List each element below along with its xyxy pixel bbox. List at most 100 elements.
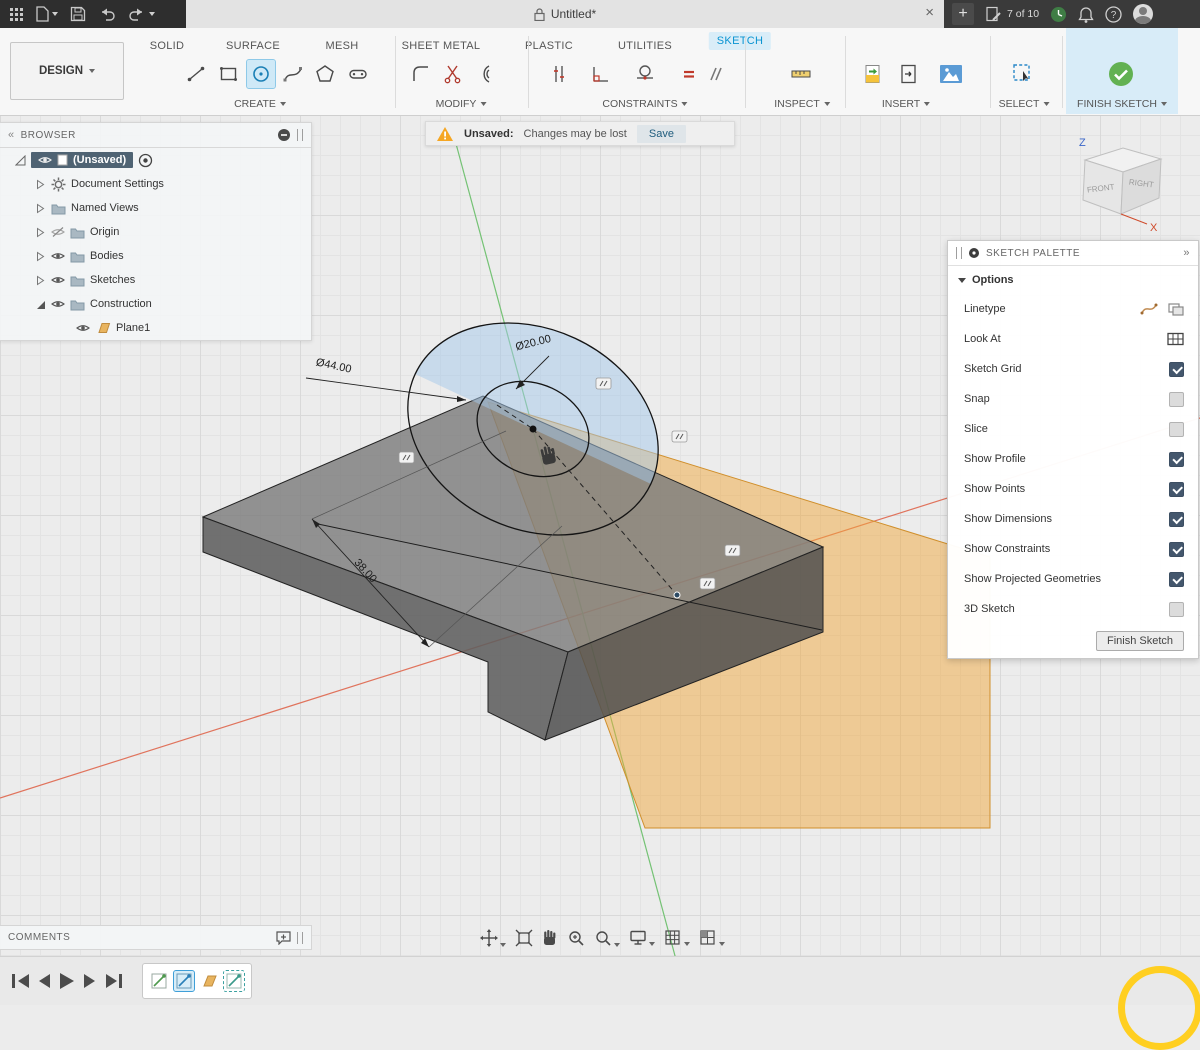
inspect-group-label[interactable]: INSPECT [774,98,830,110]
show-constraints-checkbox[interactable] [1169,542,1184,557]
linetype-spline-icon[interactable] [1140,302,1158,316]
options-section-header[interactable]: Options [948,266,1198,294]
workspace-selector[interactable]: DESIGN [10,42,124,100]
select-tool[interactable] [1009,60,1037,88]
timeline-sketch-feature-icon-selected[interactable] [174,971,194,991]
expander-expanded-icon[interactable] [14,155,26,166]
linetype-construction-icon[interactable] [1168,302,1184,316]
trim-tool[interactable] [439,60,467,88]
timeline-sketch-feature-icon-pending[interactable] [224,971,244,991]
add-comment-icon[interactable] [276,931,291,945]
grid-snap-icon[interactable] [662,927,692,948]
display-settings-icon[interactable] [627,927,657,948]
job-status-icon[interactable] [985,6,1002,23]
expander-expanded-icon[interactable] [34,299,46,310]
3d-sketch-checkbox[interactable] [1169,602,1184,617]
finish-sketch-button[interactable]: Finish Sketch [1096,631,1184,651]
expander-collapsed-icon[interactable] [34,275,46,286]
finish-sketch-group-label[interactable]: FINISH SKETCH [1077,98,1167,110]
ribbon-tab-utilities[interactable]: UTILITIES [610,37,680,55]
show-dimensions-checkbox[interactable] [1169,512,1184,527]
panel-grip[interactable] [297,932,303,944]
select-group-label[interactable]: SELECT [999,98,1050,110]
save-icon[interactable] [70,6,86,22]
browser-options-icon[interactable] [277,128,291,142]
help-icon[interactable]: ? [1105,6,1122,23]
insert-group-label[interactable]: INSERT [882,98,930,110]
projected-point[interactable] [674,592,680,598]
equal-constraint-tool[interactable] [675,60,703,88]
timeline-plane-feature-icon[interactable] [199,971,219,991]
rectangle-tool[interactable] [215,60,243,88]
expand-panel-icon[interactable]: » [1183,247,1190,259]
browser-row-origin[interactable]: Origin [0,220,311,244]
browser-row-construction[interactable]: Construction [0,292,311,316]
expander-collapsed-icon[interactable] [34,203,46,214]
app-grid-icon[interactable] [10,8,23,21]
notifications-bell-icon[interactable] [1078,6,1094,23]
browser-root-selection[interactable]: (Unsaved) [31,152,133,168]
insert-canvas-tool[interactable] [937,60,965,88]
ribbon-tab-surface[interactable]: SURFACE [218,37,288,55]
pan-icon[interactable] [478,927,508,949]
constraints-group-label[interactable]: CONSTRAINTS [602,98,687,110]
expander-collapsed-icon[interactable] [34,251,46,262]
activate-radio-icon[interactable] [138,153,153,168]
finish-sketch-icon[interactable] [1107,60,1135,88]
circle-tool[interactable] [247,60,275,88]
show-profile-checkbox[interactable] [1169,452,1184,467]
user-avatar[interactable] [1133,4,1153,24]
measure-tool[interactable] [787,60,815,88]
ribbon-tab-plastic[interactable]: PLASTIC [517,37,581,55]
ribbon-tab-solid[interactable]: SOLID [142,37,193,55]
eye-hidden-icon[interactable] [51,227,65,238]
slot-tool[interactable] [344,60,372,88]
pan-hand-icon[interactable] [540,927,560,949]
viewports-icon[interactable] [697,927,727,948]
browser-row-bodies[interactable]: Bodies [0,244,311,268]
eye-icon[interactable] [76,323,90,333]
eye-icon[interactable] [51,299,65,309]
fit-view-icon[interactable] [513,927,535,949]
collapse-panel-icon[interactable]: « [8,129,15,141]
tangent-constraint-tool[interactable] [631,60,659,88]
browser-row-sketches[interactable]: Sketches [0,268,311,292]
sketch-palette-header[interactable]: SKETCH PALETTE » [948,241,1198,266]
sketch-origin-point[interactable] [530,426,537,433]
eye-icon[interactable] [51,275,65,285]
sketch-grid-checkbox[interactable] [1169,362,1184,377]
expander-collapsed-icon[interactable] [34,227,46,238]
ribbon-tab-sheetmetal[interactable]: SHEET METAL [394,37,489,55]
polygon-tool[interactable] [311,60,339,88]
show-points-checkbox[interactable] [1169,482,1184,497]
clock-icon[interactable] [1050,6,1067,23]
browser-row-document-settings[interactable]: Document Settings [0,172,311,196]
vertical-constraint-tool[interactable] [545,60,573,88]
panel-grip[interactable] [297,129,303,141]
undo-icon[interactable] [98,7,116,21]
insert-mesh-tool[interactable] [895,60,923,88]
line-tool[interactable] [183,60,211,88]
eye-icon[interactable] [51,251,65,261]
insert-svg-tool[interactable] [859,60,887,88]
spline-tool[interactable] [279,60,307,88]
timeline-sketch-feature-icon[interactable] [149,971,169,991]
ribbon-tab-sketch[interactable]: SKETCH [709,32,771,50]
browser-header[interactable]: « BROWSER [0,123,311,148]
fillet-tool[interactable] [407,60,435,88]
zoom-in-icon[interactable] [565,927,587,949]
create-group-label[interactable]: CREATE [234,98,286,110]
modify-group-label[interactable]: MODIFY [436,98,487,110]
look-at-icon[interactable] [1167,332,1184,346]
slice-checkbox[interactable] [1169,422,1184,437]
file-menu-icon[interactable] [35,6,58,22]
document-tab[interactable]: Untitled* × [186,0,945,28]
viewcube[interactable]: Z FRONT RIGHT X [1055,128,1200,240]
comments-panel[interactable]: COMMENTS [0,925,312,950]
ribbon-tab-mesh[interactable]: MESH [318,37,367,55]
browser-row-plane1[interactable]: Plane1 [0,316,311,340]
save-button[interactable]: Save [637,125,686,143]
tab-close-icon[interactable]: × [925,5,934,21]
parallel-constraint-tool[interactable] [701,60,729,88]
redo-icon[interactable] [128,7,155,21]
